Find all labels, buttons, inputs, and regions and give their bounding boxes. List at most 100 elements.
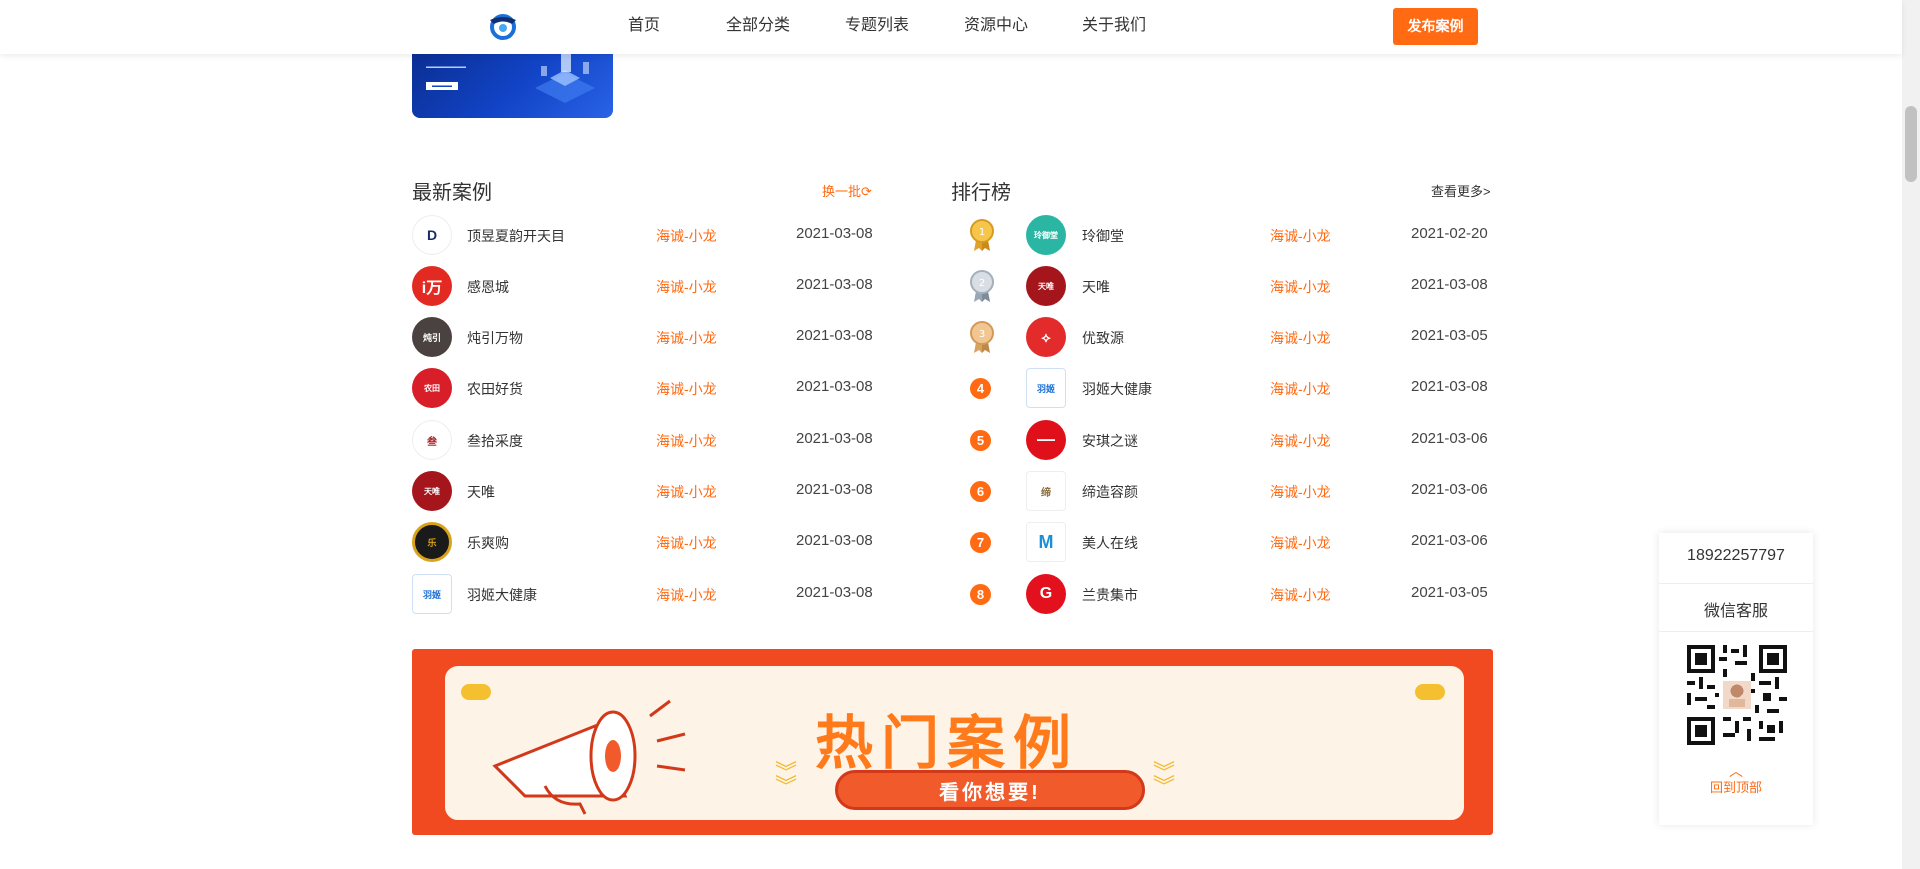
case-author[interactable]: 海诚-小龙 [656,585,717,605]
case-date: 2021-03-08 [796,430,873,447]
ranking-row[interactable]: 4 羽姬 羽姬大健康 海诚-小龙 2021-03-08 [966,368,1493,408]
nav-resource-center[interactable]: 资源中心 [964,0,1028,54]
banner-decor-text-2: ▬▬▬▬▬▬▬▬ [426,64,466,70]
divider [1659,631,1813,632]
case-author[interactable]: 海诚-小龙 [1270,533,1331,553]
case-name: 炖引万物 [467,330,523,346]
publish-case-button[interactable]: 发布案例 [1393,8,1478,45]
case-name: 玲御堂 [1082,228,1124,244]
silver-medal-icon: 2 [970,270,994,302]
list-item[interactable]: 叁 叁拾采度 海诚-小龙 2021-03-08 [412,420,882,460]
refresh-icon: ⟳ [861,184,872,199]
refresh-button[interactable]: 换一批⟳ [822,181,872,200]
case-name: 安琪之谜 [1082,433,1138,449]
contact-phone[interactable]: 18922257797 [1659,547,1813,565]
wechat-service-label[interactable]: 微信客服 [1659,597,1813,621]
list-item[interactable]: 羽姬 羽姬大健康 海诚-小龙 2021-03-08 [412,574,882,614]
latest-cases-title: 最新案例 [412,182,492,204]
case-date: 2021-03-05 [1411,584,1488,601]
decor-dot-icon [461,684,491,700]
case-date: 2021-03-08 [796,225,873,242]
case-author[interactable]: 海诚-小龙 [656,226,717,246]
case-name: 天唯 [467,484,495,500]
case-name: 乐爽购 [467,535,509,551]
nav-topic-list[interactable]: 专题列表 [845,0,909,54]
hot-banner-title: 热门案例 [815,709,1080,777]
site-logo-icon[interactable] [486,12,520,42]
rank-number-badge: 5 [970,430,991,451]
case-logo-icon: D [412,215,452,255]
case-name: 天唯 [1082,279,1110,295]
case-name: 兰贵集市 [1082,587,1138,603]
ranking-row[interactable]: 7 M 美人在线 海诚-小龙 2021-03-06 [966,522,1493,562]
nav-about-us[interactable]: 关于我们 [1082,0,1146,54]
case-logo-icon: 乐 [412,522,452,562]
case-name: 羽姬大健康 [467,587,537,603]
promo-banner-image[interactable]: ▬▬▬▬▬▬▬▬▬▬▬▬▬▬▬▬▬ ▬▬▬▬▬▬▬▬ ▬▬▬▬ [412,44,613,118]
refresh-label: 换一批 [822,184,862,199]
case-date: 2021-03-08 [796,378,873,395]
ranking-row[interactable]: 6 缔 缔造容颜 海诚-小龙 2021-03-06 [966,471,1493,511]
contact-sidebar: 18922257797 微信客服 ︿ 回到顶部 [1659,533,1813,825]
divider [1659,583,1813,584]
case-author[interactable]: 海诚-小龙 [1270,277,1331,297]
case-author[interactable]: 海诚-小龙 [656,431,717,451]
gold-medal-icon: 1 [970,219,994,251]
list-item[interactable]: 天唯 天唯 海诚-小龙 2021-03-08 [412,471,882,511]
case-date: 2021-03-08 [796,532,873,549]
ranking-row[interactable]: 1 玲御堂 玲御堂 海诚-小龙 2021-02-20 [966,215,1493,255]
list-item[interactable]: D 顶昱夏韵开天目 海诚-小龙 2021-03-08 [412,215,882,255]
decor-dot-icon [1415,684,1445,700]
list-item[interactable]: 乐 乐爽购 海诚-小龙 2021-03-08 [412,522,882,562]
case-date: 2021-03-05 [1411,327,1488,344]
case-logo-icon: ▬▬▬ [1026,420,1066,460]
page-scrollbar[interactable] [1902,0,1920,869]
case-date: 2021-02-20 [1411,225,1488,242]
case-author[interactable]: 海诚-小龙 [656,277,717,297]
case-author[interactable]: 海诚-小龙 [656,379,717,399]
chevron-down-icon: ︾ ︾ [1153,760,1176,799]
bronze-medal-icon: 3 [970,321,994,353]
case-author[interactable]: 海诚-小龙 [1270,379,1331,399]
case-date: 2021-03-06 [1411,481,1488,498]
case-author[interactable]: 海诚-小龙 [1270,482,1331,502]
nav-all-categories[interactable]: 全部分类 [726,0,790,54]
case-logo-icon: 炖引 [412,317,452,357]
chevron-down-icon: ︾ ︾ [775,760,798,799]
list-item[interactable]: 农田 农田好货 海诚-小龙 2021-03-08 [412,368,882,408]
case-logo-icon: 天唯 [412,471,452,511]
case-name: 缔造容颜 [1082,484,1138,500]
case-author[interactable]: 海诚-小龙 [1270,328,1331,348]
back-to-top-button[interactable]: ︿ 回到顶部 [1659,763,1813,796]
ranking-row[interactable]: 3 ⟡ 优致源 海诚-小龙 2021-03-05 [966,317,1493,357]
rank-number-badge: 4 [970,378,991,399]
nav-home[interactable]: 首页 [628,0,660,54]
hot-banner-inner: 热门案例 看你想要! ︾ ︾ ︾ ︾ [442,663,1467,823]
case-author[interactable]: 海诚-小龙 [1270,585,1331,605]
case-name: 羽姬大健康 [1082,381,1152,397]
view-more-link[interactable]: 查看更多> [1431,181,1491,200]
scrollbar-thumb[interactable] [1905,106,1917,182]
case-logo-icon: G [1026,574,1066,614]
case-name: 感恩城 [467,279,509,295]
hot-banner-subtitle: 看你想要! [835,770,1145,810]
case-date: 2021-03-08 [1411,276,1488,293]
case-author[interactable]: 海诚-小龙 [1270,226,1331,246]
list-item[interactable]: i万 感恩城 海诚-小龙 2021-03-08 [412,266,882,306]
case-date: 2021-03-08 [796,327,873,344]
ranking-row[interactable]: 8 G 兰贵集市 海诚-小龙 2021-03-05 [966,574,1493,614]
case-date: 2021-03-06 [1411,532,1488,549]
case-author[interactable]: 海诚-小龙 [1270,431,1331,451]
chevron-up-icon: ︿ [1729,763,1743,779]
case-author[interactable]: 海诚-小龙 [656,328,717,348]
rank-number-badge: 8 [970,584,991,605]
ranking-row[interactable]: 2 天唯 天唯 海诚-小龙 2021-03-08 [966,266,1493,306]
case-author[interactable]: 海诚-小龙 [656,482,717,502]
list-item[interactable]: 炖引 炖引万物 海诚-小龙 2021-03-08 [412,317,882,357]
back-to-top-label: 回到顶部 [1709,780,1762,795]
ranking-row[interactable]: 5 ▬▬▬ 安琪之谜 海诚-小龙 2021-03-06 [966,420,1493,460]
case-logo-icon: 羽姬 [412,574,452,614]
hot-cases-banner[interactable]: 热门案例 看你想要! ︾ ︾ ︾ ︾ [412,649,1493,835]
svg-text:2: 2 [979,278,985,289]
case-author[interactable]: 海诚-小龙 [656,533,717,553]
